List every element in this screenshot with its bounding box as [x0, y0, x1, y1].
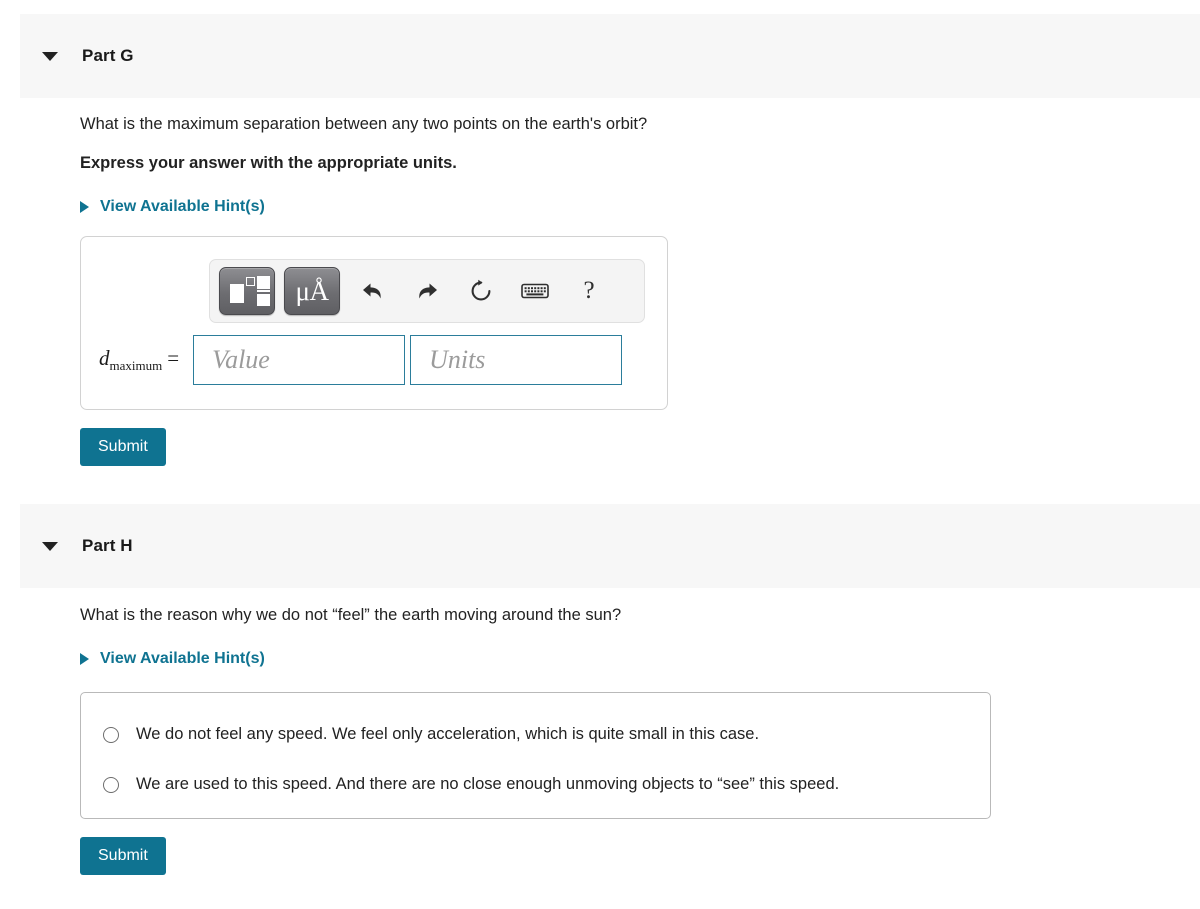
- instruction-text-g: Express your answer with the appropriate…: [80, 154, 457, 172]
- choice-group-h: We do not feel any speed. We feel only a…: [80, 692, 991, 819]
- equals-sign: =: [167, 345, 180, 370]
- undo-icon[interactable]: [346, 267, 400, 315]
- template-icon[interactable]: [219, 267, 275, 315]
- variable-d: d: [99, 345, 110, 370]
- reset-icon[interactable]: [454, 267, 508, 315]
- help-icon[interactable]: ?: [562, 267, 616, 315]
- caret-down-icon[interactable]: [42, 51, 58, 61]
- choice-option-2[interactable]: We are used to this speed. And there are…: [103, 775, 839, 794]
- mu-angstrom-icon[interactable]: μÅ: [284, 267, 340, 315]
- view-hints-link-g[interactable]: View Available Hint(s): [80, 198, 265, 216]
- question-text-g: What is the maximum separation between a…: [80, 115, 648, 133]
- keyboard-icon[interactable]: [508, 267, 562, 315]
- caret-right-icon: [80, 653, 89, 665]
- answer-entry-box-g: μÅ ? dmaximum = Value Units: [80, 236, 668, 410]
- redo-icon[interactable]: [400, 267, 454, 315]
- value-placeholder: Value: [212, 345, 270, 374]
- caret-right-icon: [80, 201, 89, 213]
- equation-row: dmaximum = Value Units: [81, 335, 623, 385]
- question-text-h: What is the reason why we do not “feel” …: [80, 606, 622, 624]
- caret-down-icon[interactable]: [42, 541, 58, 551]
- units-placeholder: Units: [429, 345, 486, 374]
- part-header-h[interactable]: Part H: [20, 504, 1200, 588]
- radio-icon[interactable]: [103, 776, 119, 793]
- radio-icon[interactable]: [103, 726, 119, 743]
- submit-button-h[interactable]: Submit: [80, 837, 166, 875]
- value-input[interactable]: Value: [193, 335, 406, 385]
- submit-button-g[interactable]: Submit: [80, 428, 166, 466]
- choice-label-2: We are used to this speed. And there are…: [136, 775, 840, 793]
- part-header-g[interactable]: Part G: [20, 14, 1200, 98]
- answer-variable-label: dmaximum =: [99, 346, 179, 374]
- view-hints-label-h: View Available Hint(s): [100, 650, 265, 667]
- part-title-h: Part H: [82, 536, 133, 555]
- template-icon-glyph: [230, 276, 270, 306]
- choice-option-1[interactable]: We do not feel any speed. We feel only a…: [103, 725, 759, 744]
- units-input[interactable]: Units: [410, 335, 623, 385]
- assignment-page: Part G What is the maximum separation be…: [0, 0, 1200, 909]
- variable-subscript: maximum: [109, 358, 163, 374]
- part-title-g: Part G: [82, 46, 134, 65]
- choice-label-1: We do not feel any speed. We feel only a…: [136, 725, 760, 743]
- view-hints-label-g: View Available Hint(s): [100, 198, 265, 215]
- mu-angstrom-glyph: μÅ: [295, 275, 329, 306]
- math-toolbar: μÅ ?: [209, 259, 645, 323]
- view-hints-link-h[interactable]: View Available Hint(s): [80, 650, 265, 668]
